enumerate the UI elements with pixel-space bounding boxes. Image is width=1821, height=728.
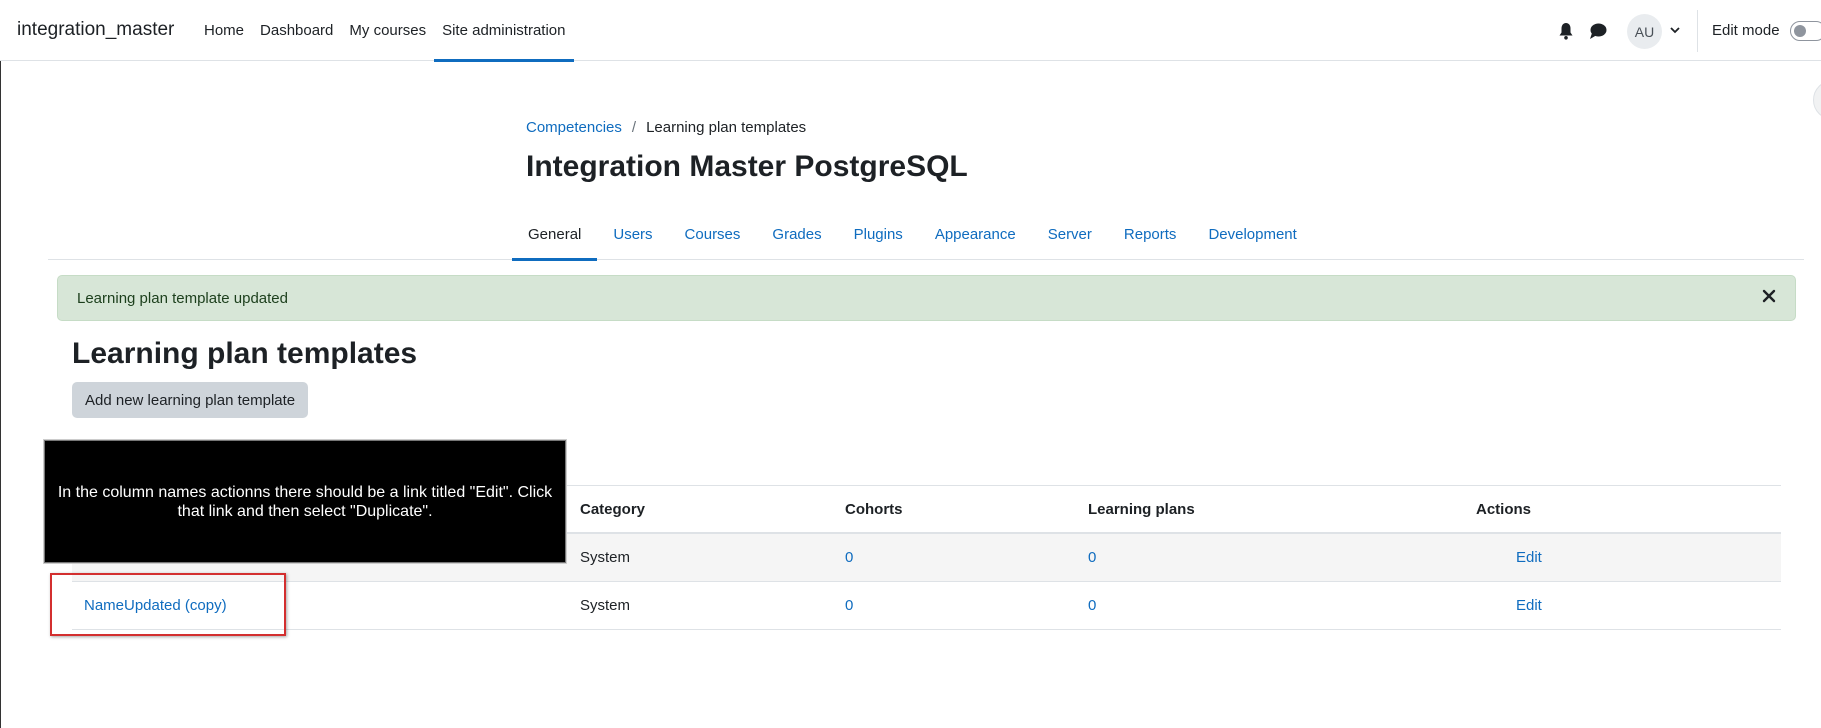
cell-actions: Edit: [1476, 533, 1781, 582]
cell-learning-plans: 0: [1088, 533, 1476, 582]
primary-navigation: Home Dashboard My courses Site administr…: [196, 0, 574, 62]
cell-cohorts: 0: [845, 533, 1088, 582]
breadcrumb: Competencies / Learning plan templates: [526, 119, 806, 136]
navbar-divider: [1697, 10, 1698, 52]
tab-appearance[interactable]: Appearance: [919, 208, 1032, 260]
edit-menu-link[interactable]: Edit: [1516, 597, 1542, 614]
cell-learning-plans: 0: [1088, 581, 1476, 630]
learning-plans-count-link[interactable]: 0: [1088, 597, 1096, 614]
nav-my-courses[interactable]: My courses: [341, 0, 434, 61]
top-navbar: integration_master Home Dashboard My cou…: [0, 0, 1821, 62]
cohorts-count-link[interactable]: 0: [845, 597, 853, 614]
tab-general[interactable]: General: [512, 208, 598, 261]
header-actions: Actions: [1476, 486, 1781, 534]
edit-mode-toggle[interactable]: [1790, 21, 1821, 41]
tab-development[interactable]: Development: [1192, 208, 1312, 260]
secondary-navigation: General Users Courses Grades Plugins App…: [48, 208, 1804, 261]
tab-users[interactable]: Users: [597, 208, 668, 260]
edit-menu-link[interactable]: Edit: [1516, 549, 1542, 566]
site-brand[interactable]: integration_master: [17, 19, 174, 41]
table-row: NameUpdated (copy) System 0 0 Edit: [72, 581, 1781, 630]
edit-mode-toggle-knob: [1794, 25, 1806, 37]
close-icon[interactable]: [1761, 288, 1777, 304]
bell-icon[interactable]: [1558, 22, 1574, 40]
breadcrumb-current: Learning plan templates: [646, 119, 807, 136]
breadcrumb-competencies[interactable]: Competencies: [526, 119, 622, 136]
learning-plans-count-link[interactable]: 0: [1088, 549, 1096, 566]
header-category[interactable]: Category: [580, 486, 845, 534]
section-heading: Learning plan templates: [72, 337, 418, 370]
chat-icon[interactable]: [1589, 22, 1607, 40]
tab-reports[interactable]: Reports: [1108, 208, 1193, 260]
nav-dashboard[interactable]: Dashboard: [252, 0, 341, 61]
instruction-tooltip: In the column names actionns there shoul…: [44, 440, 566, 563]
edit-mode-label: Edit mode: [1712, 22, 1780, 39]
chevron-down-icon[interactable]: [1669, 25, 1681, 35]
user-avatar[interactable]: AU: [1627, 14, 1662, 49]
cell-cohorts: 0: [845, 581, 1088, 630]
add-learning-plan-template-button[interactable]: Add new learning plan template: [72, 382, 309, 418]
tab-server[interactable]: Server: [1032, 208, 1108, 260]
success-alert: Learning plan template updated: [57, 275, 1796, 321]
page-title: Integration Master PostgreSQL: [526, 150, 968, 183]
nav-site-administration[interactable]: Site administration: [434, 0, 574, 62]
template-name-link[interactable]: NameUpdated (copy): [84, 597, 227, 614]
cell-name: NameUpdated (copy): [72, 581, 580, 630]
tab-plugins[interactable]: Plugins: [838, 208, 919, 260]
nav-home[interactable]: Home: [196, 0, 252, 61]
cell-category: System: [580, 533, 845, 582]
tooltip-text: In the column names actionns there shoul…: [57, 483, 553, 520]
cohorts-count-link[interactable]: 0: [845, 549, 853, 566]
window-frame-left: [0, 0, 1, 728]
cell-actions: Edit: [1476, 581, 1781, 630]
block-drawer-toggle[interactable]: [1813, 80, 1821, 120]
alert-message: Learning plan template updated: [77, 290, 288, 307]
tab-grades[interactable]: Grades: [756, 208, 837, 260]
breadcrumb-separator: /: [631, 119, 637, 136]
tab-courses[interactable]: Courses: [669, 208, 757, 260]
header-cohorts: Cohorts: [845, 486, 1088, 534]
cell-category: System: [580, 581, 845, 630]
header-learning-plans: Learning plans: [1088, 486, 1476, 534]
